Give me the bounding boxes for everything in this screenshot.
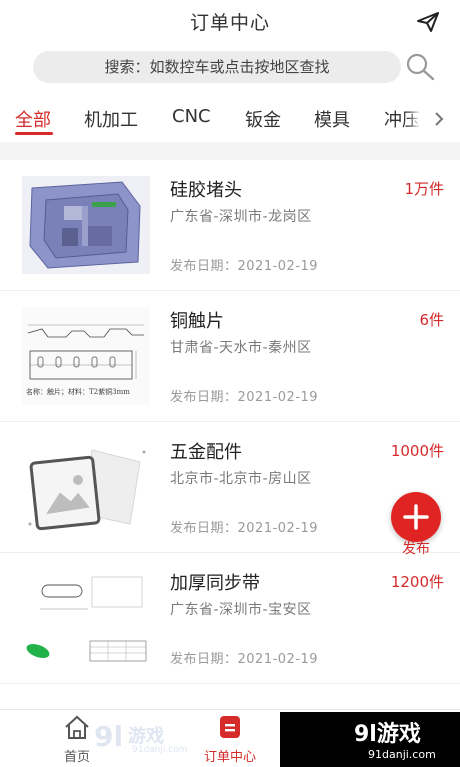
paper-plane-icon[interactable] [416, 10, 440, 34]
tab-cnc[interactable]: CNC [172, 106, 211, 127]
image-placeholder-icon [22, 438, 150, 536]
nav-orders[interactable]: 订单中心 [200, 714, 260, 765]
page-title: 订单中心 [189, 12, 270, 34]
category-tabs: 全部 机加工 CNC 钣金 模具 冲压 [0, 98, 460, 142]
search-icon[interactable] [404, 49, 436, 83]
section-divider [0, 142, 460, 160]
tab-machining[interactable]: 机加工 [84, 106, 138, 132]
watermark-left-url: 91danji.com [132, 745, 188, 755]
order-region: 广东省-深圳市-龙岗区 [170, 209, 312, 225]
order-date: 发布日期：2021-02-19 [170, 521, 319, 536]
home-icon [65, 715, 89, 739]
nav-orders-label: 订单中心 [203, 750, 256, 765]
plus-icon [403, 504, 429, 530]
svg-text:9l: 9l [94, 720, 123, 753]
order-region: 广东省-深圳市-宝安区 [170, 602, 312, 618]
tab-stamping[interactable]: 冲压 [384, 106, 420, 132]
order-date: 发布日期：2021-02-19 [170, 390, 319, 405]
watermark-right: 9l游戏 91danji.com [280, 712, 460, 767]
order-name: 硅胶堵头 [170, 180, 242, 201]
order-quantity: 1万件 [404, 180, 444, 198]
order-thumbnail [22, 176, 150, 274]
tab-mold[interactable]: 模具 [314, 106, 350, 132]
order-name: 铜触片 [170, 311, 224, 332]
order-date: 发布日期：2021-02-19 [170, 652, 319, 667]
tab-sheet-metal[interactable]: 钣金 [245, 106, 281, 132]
chevron-right-icon[interactable] [432, 110, 446, 128]
order-date: 发布日期：2021-02-19 [170, 259, 319, 274]
order-item[interactable]: 加厚同步带 1200件 广东省-深圳市-宝安区 发布日期：2021-02-19 [0, 553, 460, 684]
watermark-right-logo: 9l游戏 [354, 722, 421, 747]
search-row: 搜索：如数控车或点击按地区查找 [0, 47, 460, 87]
order-region: 北京市-北京市-房山区 [170, 471, 312, 487]
order-item[interactable]: 名称：触片；材料：T2紫铜3mm 铜触片 6件 甘肃省-天水市-秦州区 发布日期… [0, 291, 460, 422]
drawing-caption: 名称：触片；材料：T2紫铜3mm [26, 388, 130, 396]
order-name: 五金配件 [170, 442, 242, 463]
svg-text:游戏: 游戏 [128, 725, 164, 747]
tab-all[interactable]: 全部 [15, 106, 51, 132]
publish-label[interactable]: 发布 [391, 538, 441, 558]
publish-button[interactable] [391, 492, 441, 542]
order-thumbnail: 名称：触片；材料：T2紫铜3mm [22, 307, 150, 405]
orders-icon [220, 716, 240, 738]
order-quantity: 1200件 [390, 573, 444, 591]
order-name: 加厚同步带 [170, 573, 260, 594]
search-input[interactable]: 搜索：如数控车或点击按地区查找 [33, 51, 401, 83]
order-quantity: 6件 [419, 311, 444, 329]
order-region: 甘肃省-天水市-秦州区 [170, 340, 312, 356]
watermark-right-url: 91danji.com [368, 748, 436, 761]
active-tab-indicator [15, 132, 53, 135]
order-quantity: 1000件 [390, 442, 444, 460]
header: 订单中心 [0, 0, 460, 44]
order-thumbnail [22, 569, 150, 667]
order-item[interactable]: 硅胶堵头 1万件 广东省-深圳市-龙岗区 发布日期：2021-02-19 [0, 160, 460, 291]
watermark-left: 9l 游戏 91danji.com [92, 718, 202, 758]
